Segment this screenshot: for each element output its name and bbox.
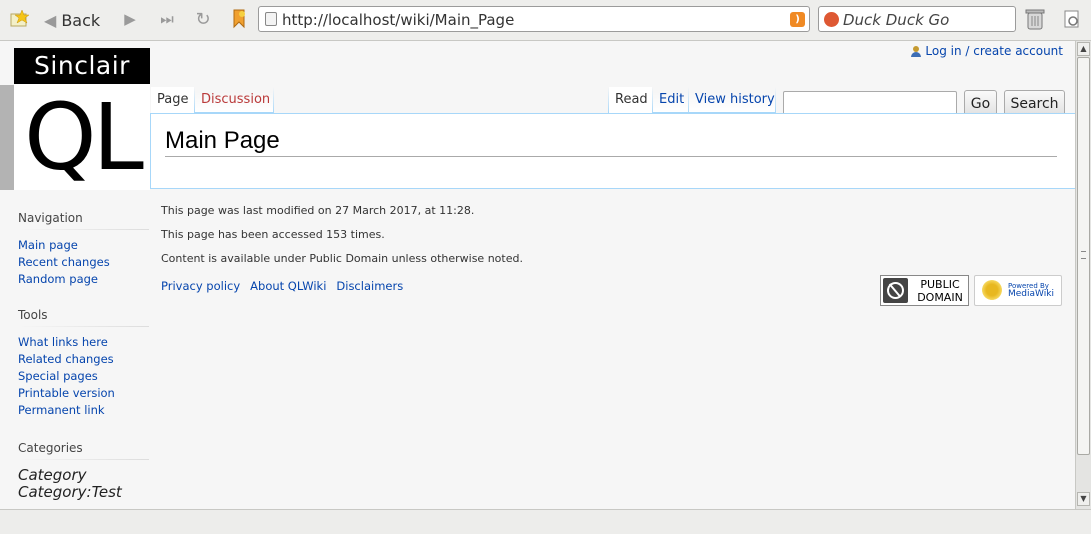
trash-icon[interactable]: [1024, 8, 1046, 30]
login-link[interactable]: Log in / create account: [925, 44, 1063, 58]
browser-toolbar: ◀ Back ▶ ⏭ ↻ http://localhost/wiki/Main_…: [0, 0, 1091, 41]
public-domain-badge[interactable]: PUBLIC DOMAIN: [880, 275, 969, 306]
public-domain-label: PUBLIC DOMAIN: [917, 278, 963, 304]
scroll-down-icon[interactable]: ▼: [1077, 492, 1090, 506]
fast-forward-icon[interactable]: ⏭: [156, 8, 178, 30]
bookmark-star-icon[interactable]: [9, 8, 31, 30]
back-label: Back: [61, 10, 101, 30]
sidebar-item-related-changes[interactable]: Related changes: [18, 351, 149, 368]
portal-heading-navigation: Navigation: [18, 211, 149, 230]
logo-shadow: [0, 85, 14, 190]
scrollbar-thumb[interactable]: [1077, 57, 1090, 455]
user-icon: [911, 45, 922, 57]
mediawiki-sunflower-icon: [982, 280, 1002, 300]
sidebar-item-printable-version[interactable]: Printable version: [18, 385, 149, 402]
sidebar-item-recent-changes[interactable]: Recent changes: [18, 254, 149, 271]
logo-main-text: QL: [24, 84, 144, 191]
reload-icon[interactable]: ↻: [192, 8, 214, 30]
logo-top-text: Sinclair: [14, 48, 150, 84]
page-icon: [265, 12, 277, 26]
wiki-search-input[interactable]: [783, 91, 957, 115]
footer-link-privacy-policy[interactable]: Privacy policy: [161, 279, 240, 293]
tab-edit[interactable]: Edit: [653, 87, 688, 113]
portal-tools: Tools What links here Related changes Sp…: [18, 308, 149, 419]
url-text[interactable]: http://localhost/wiki/Main_Page: [282, 11, 514, 29]
mediawiki-badge-text: Powered By MediaWiki: [1008, 282, 1054, 299]
content-area: Main Page: [150, 113, 1075, 189]
footer-links: Privacy policy About QLWiki Disclaimers: [161, 279, 403, 293]
tab-separator: [775, 87, 776, 113]
rss-feed-icon[interactable]: ): [790, 12, 805, 27]
duckduckgo-icon: [824, 12, 839, 27]
scroll-up-icon[interactable]: ▲: [1077, 42, 1090, 56]
sidebar-item-special-pages[interactable]: Special pages: [18, 368, 149, 385]
page-title: Main Page: [165, 127, 1057, 157]
back-button[interactable]: ◀ Back: [44, 7, 100, 33]
browser-search-bar[interactable]: Duck Duck Go: [818, 6, 1016, 32]
portal-navigation: Navigation Main page Recent changes Rand…: [18, 211, 149, 288]
portal-heading-categories: Categories: [18, 441, 149, 460]
footer-view-count: This page has been accessed 153 times.: [161, 228, 385, 241]
bookmarks-icon[interactable]: [229, 8, 251, 30]
powered-by-mediawiki-badge[interactable]: Powered By MediaWiki: [974, 275, 1062, 306]
tab-discussion[interactable]: Discussion: [195, 87, 274, 113]
portal-categories: Categories Category Category:Test: [18, 441, 149, 501]
mediawiki-label: MediaWiki: [1008, 289, 1054, 299]
back-arrow-icon: ◀: [44, 10, 57, 30]
vertical-scrollbar[interactable]: ▲ ▼: [1075, 41, 1091, 509]
site-logo[interactable]: Sinclair QL: [14, 48, 150, 190]
forward-icon[interactable]: ▶: [119, 8, 141, 30]
tab-separator: [273, 87, 274, 113]
portal-heading-tools: Tools: [18, 308, 149, 327]
category-item[interactable]: Category: [18, 467, 149, 484]
tab-read[interactable]: Read: [609, 87, 652, 113]
url-bar[interactable]: http://localhost/wiki/Main_Page ): [258, 6, 810, 32]
footer-link-about[interactable]: About QLWiki: [250, 279, 326, 293]
tools-menu-icon[interactable]: [1061, 8, 1083, 30]
category-item[interactable]: Category:Test: [18, 484, 149, 501]
status-bar: [0, 509, 1091, 534]
sidebar: Navigation Main page Recent changes Rand…: [18, 211, 149, 501]
tab-page[interactable]: Page: [151, 87, 194, 113]
personal-tools: Log in / create account: [911, 44, 1063, 58]
search-engine-placeholder[interactable]: Duck Duck Go: [843, 11, 949, 29]
footer-link-disclaimers[interactable]: Disclaimers: [336, 279, 403, 293]
sidebar-item-what-links-here[interactable]: What links here: [18, 334, 149, 351]
tab-view-history[interactable]: View history: [689, 87, 775, 113]
footer-last-modified: This page was last modified on 27 March …: [161, 204, 475, 217]
sidebar-item-random-page[interactable]: Random page: [18, 271, 149, 288]
sidebar-item-permanent-link[interactable]: Permanent link: [18, 402, 149, 419]
sidebar-item-main-page[interactable]: Main page: [18, 237, 149, 254]
public-domain-icon: [883, 278, 908, 303]
wiki-page: Sinclair QL Log in / create account Page…: [0, 41, 1075, 509]
footer-license: Content is available under Public Domain…: [161, 252, 523, 265]
